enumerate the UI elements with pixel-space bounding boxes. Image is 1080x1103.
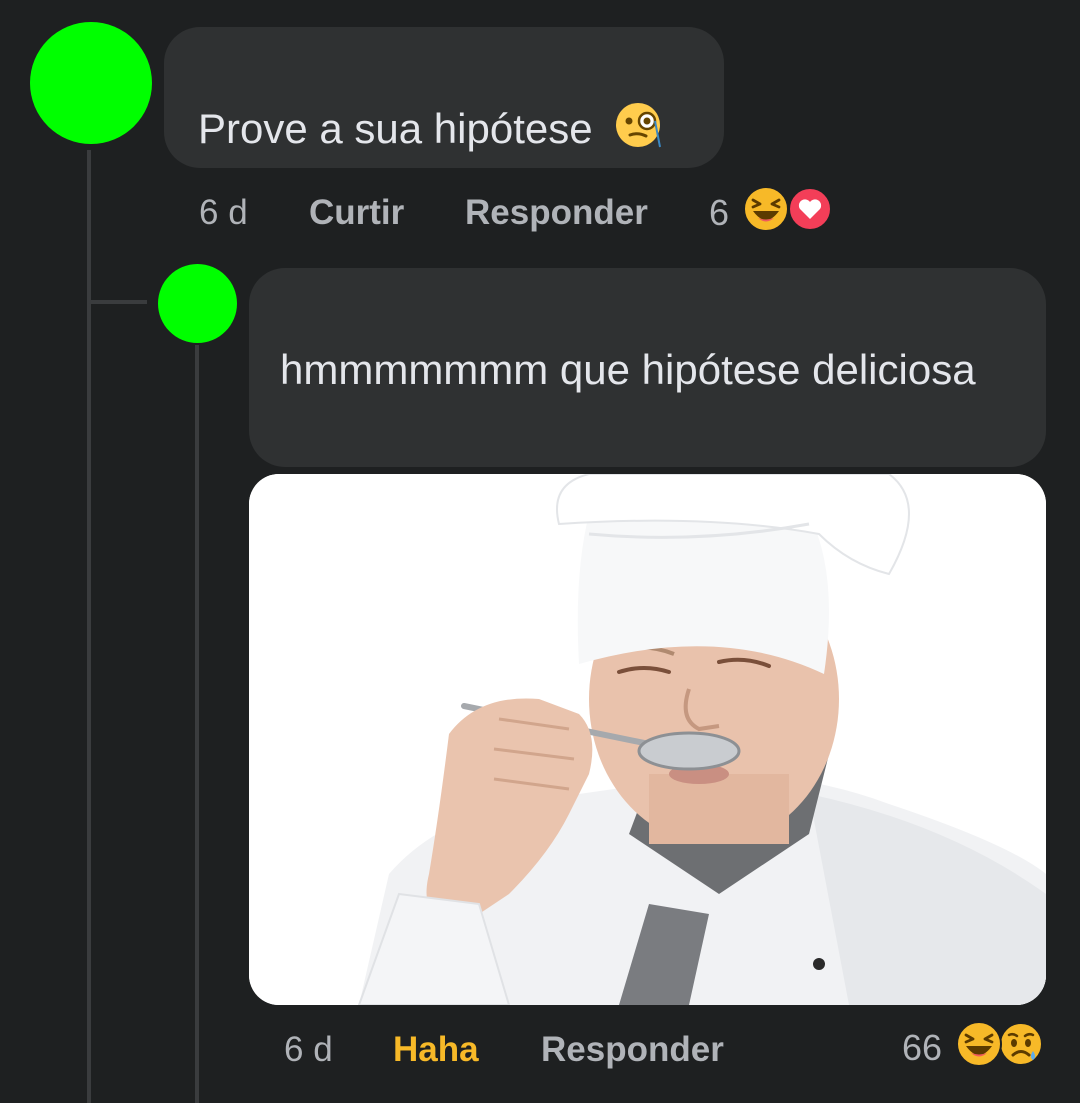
reaction-count[interactable]: 6 xyxy=(709,192,729,234)
like-button[interactable]: Curtir xyxy=(309,193,404,233)
love-reaction-icon[interactable] xyxy=(788,187,832,231)
reply-text: hmmmmmmm que hipótese deliciosa xyxy=(280,346,976,393)
thread-line-reply xyxy=(195,345,199,1103)
comment-timestamp: 6 d xyxy=(199,193,248,232)
reply-bubble: hmmmmmmm que hipótese deliciosa xyxy=(249,268,1046,467)
comment-bubble: Prove a sua hipótese xyxy=(164,27,724,168)
thread-line-branch-horizontal xyxy=(87,300,147,304)
reply-button[interactable]: Responder xyxy=(541,1030,724,1070)
avatar[interactable] xyxy=(30,22,152,144)
avatar[interactable] xyxy=(158,264,237,343)
chef-photo-illustration xyxy=(249,474,1046,1005)
reply-button[interactable]: Responder xyxy=(465,193,648,233)
reaction-count[interactable]: 66 xyxy=(902,1027,942,1069)
chef-tasting-spoon-photo[interactable] xyxy=(249,474,1046,1005)
comment-text: Prove a sua hipótese xyxy=(198,105,593,152)
reply-timestamp: 6 d xyxy=(284,1030,333,1069)
monocle-face-icon xyxy=(616,103,662,148)
haha-reaction-icon[interactable] xyxy=(742,185,790,233)
sad-reaction-icon[interactable] xyxy=(998,1021,1044,1067)
haha-button[interactable]: Haha xyxy=(393,1030,479,1070)
thread-line-branch-vertical xyxy=(87,265,91,303)
haha-reaction-icon[interactable] xyxy=(955,1020,1003,1068)
